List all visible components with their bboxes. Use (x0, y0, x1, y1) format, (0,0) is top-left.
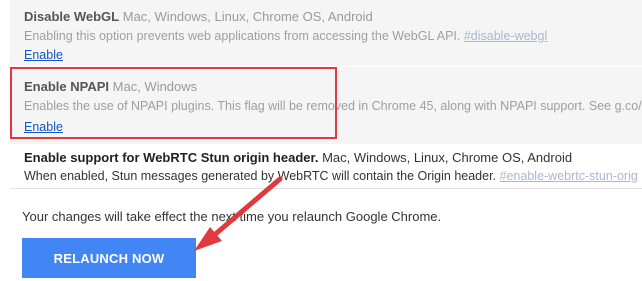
enable-webgl-link[interactable]: Enable (24, 47, 63, 63)
flag-platforms: Mac, Windows, Linux, Chrome OS, Android (322, 150, 573, 165)
flag-platforms: Mac, Windows (112, 79, 198, 94)
flag-title-line: Enable support for WebRTC Stun origin he… (24, 150, 642, 166)
flag-description: Enables the use of NPAPI plugins. This f… (24, 99, 642, 113)
flag-disable-webgl: Disable WebGL Mac, Windows, Linux, Chrom… (10, 0, 642, 66)
red-arrow-icon (194, 176, 283, 251)
section-divider (10, 188, 642, 189)
flag-title-line: Enable NPAPI Mac, Windows (24, 79, 642, 95)
flag-description-line: Enabling this option prevents web applic… (24, 28, 642, 45)
flag-platforms: Mac, Windows, Linux, Chrome OS, Android (122, 9, 373, 24)
flag-title-line: Disable WebGL Mac, Windows, Linux, Chrom… (24, 9, 642, 25)
flag-webrtc-stun-origin: Enable support for WebRTC Stun origin he… (10, 146, 642, 186)
flag-name: Enable NPAPI (24, 79, 110, 94)
flag-anchor-link[interactable]: #enable-webrtc-stun-orig (500, 169, 638, 183)
flag-enable-npapi: Enable NPAPI Mac, Windows Enables the us… (10, 67, 642, 144)
flag-description-line: When enabled, Stun messages generated by… (24, 168, 642, 185)
flag-anchor-link[interactable]: #disable-webgl (464, 29, 547, 43)
relaunch-now-button[interactable]: RELAUNCH NOW (22, 238, 196, 278)
flag-name: Disable WebGL (24, 9, 120, 24)
flag-description-line: Enables the use of NPAPI plugins. This f… (24, 98, 642, 115)
flag-name: Enable support for WebRTC Stun origin he… (24, 150, 319, 165)
flag-description: Enabling this option prevents web applic… (24, 29, 461, 43)
enable-npapi-link[interactable]: Enable (24, 119, 63, 135)
